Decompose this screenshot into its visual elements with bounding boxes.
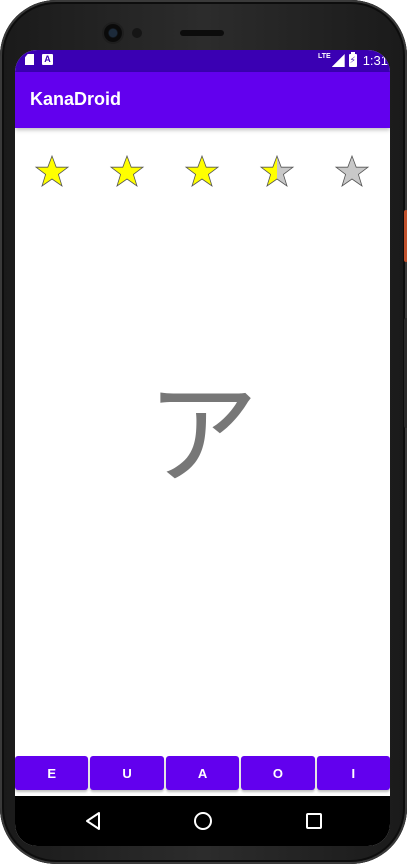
star-icon[interactable] [34, 154, 70, 190]
answer-button-a[interactable]: A [165, 756, 240, 790]
star-icon[interactable] [109, 154, 145, 190]
front-camera [104, 24, 122, 42]
answer-button-o[interactable]: O [241, 756, 315, 790]
notification-a-icon: A [42, 54, 53, 65]
battery-charging-icon [348, 52, 357, 67]
status-bar: A LTE 1:31 [15, 50, 390, 72]
proximity-sensor [132, 28, 142, 38]
star-icon[interactable] [334, 154, 370, 190]
home-circle-icon[interactable] [192, 810, 214, 832]
answer-button-e[interactable]: E [15, 756, 89, 790]
app-bar: KanaDroid [15, 72, 390, 128]
network-type: LTE [317, 53, 331, 60]
star-icon[interactable] [259, 154, 295, 190]
recents-square-icon[interactable] [304, 811, 324, 831]
screen: A LTE 1:31 KanaDroid ア EUAOI [15, 50, 390, 846]
app-title: KanaDroid [30, 89, 122, 109]
phone-frame: A LTE 1:31 KanaDroid ア EUAOI [0, 0, 407, 864]
star-icon[interactable] [184, 154, 220, 190]
answer-button-u[interactable]: U [90, 756, 164, 790]
answer-buttons: EUAOI [15, 756, 390, 790]
earpiece-speaker [180, 30, 224, 36]
answer-button-i[interactable]: I [316, 756, 390, 790]
sd-card-icon [25, 54, 34, 65]
signal-icon [331, 54, 345, 67]
navigation-bar [15, 796, 390, 846]
back-triangle-icon[interactable] [83, 810, 105, 832]
status-time: 1:31 [362, 53, 388, 68]
rating-bar [15, 154, 390, 190]
kana-character: ア [146, 371, 259, 501]
